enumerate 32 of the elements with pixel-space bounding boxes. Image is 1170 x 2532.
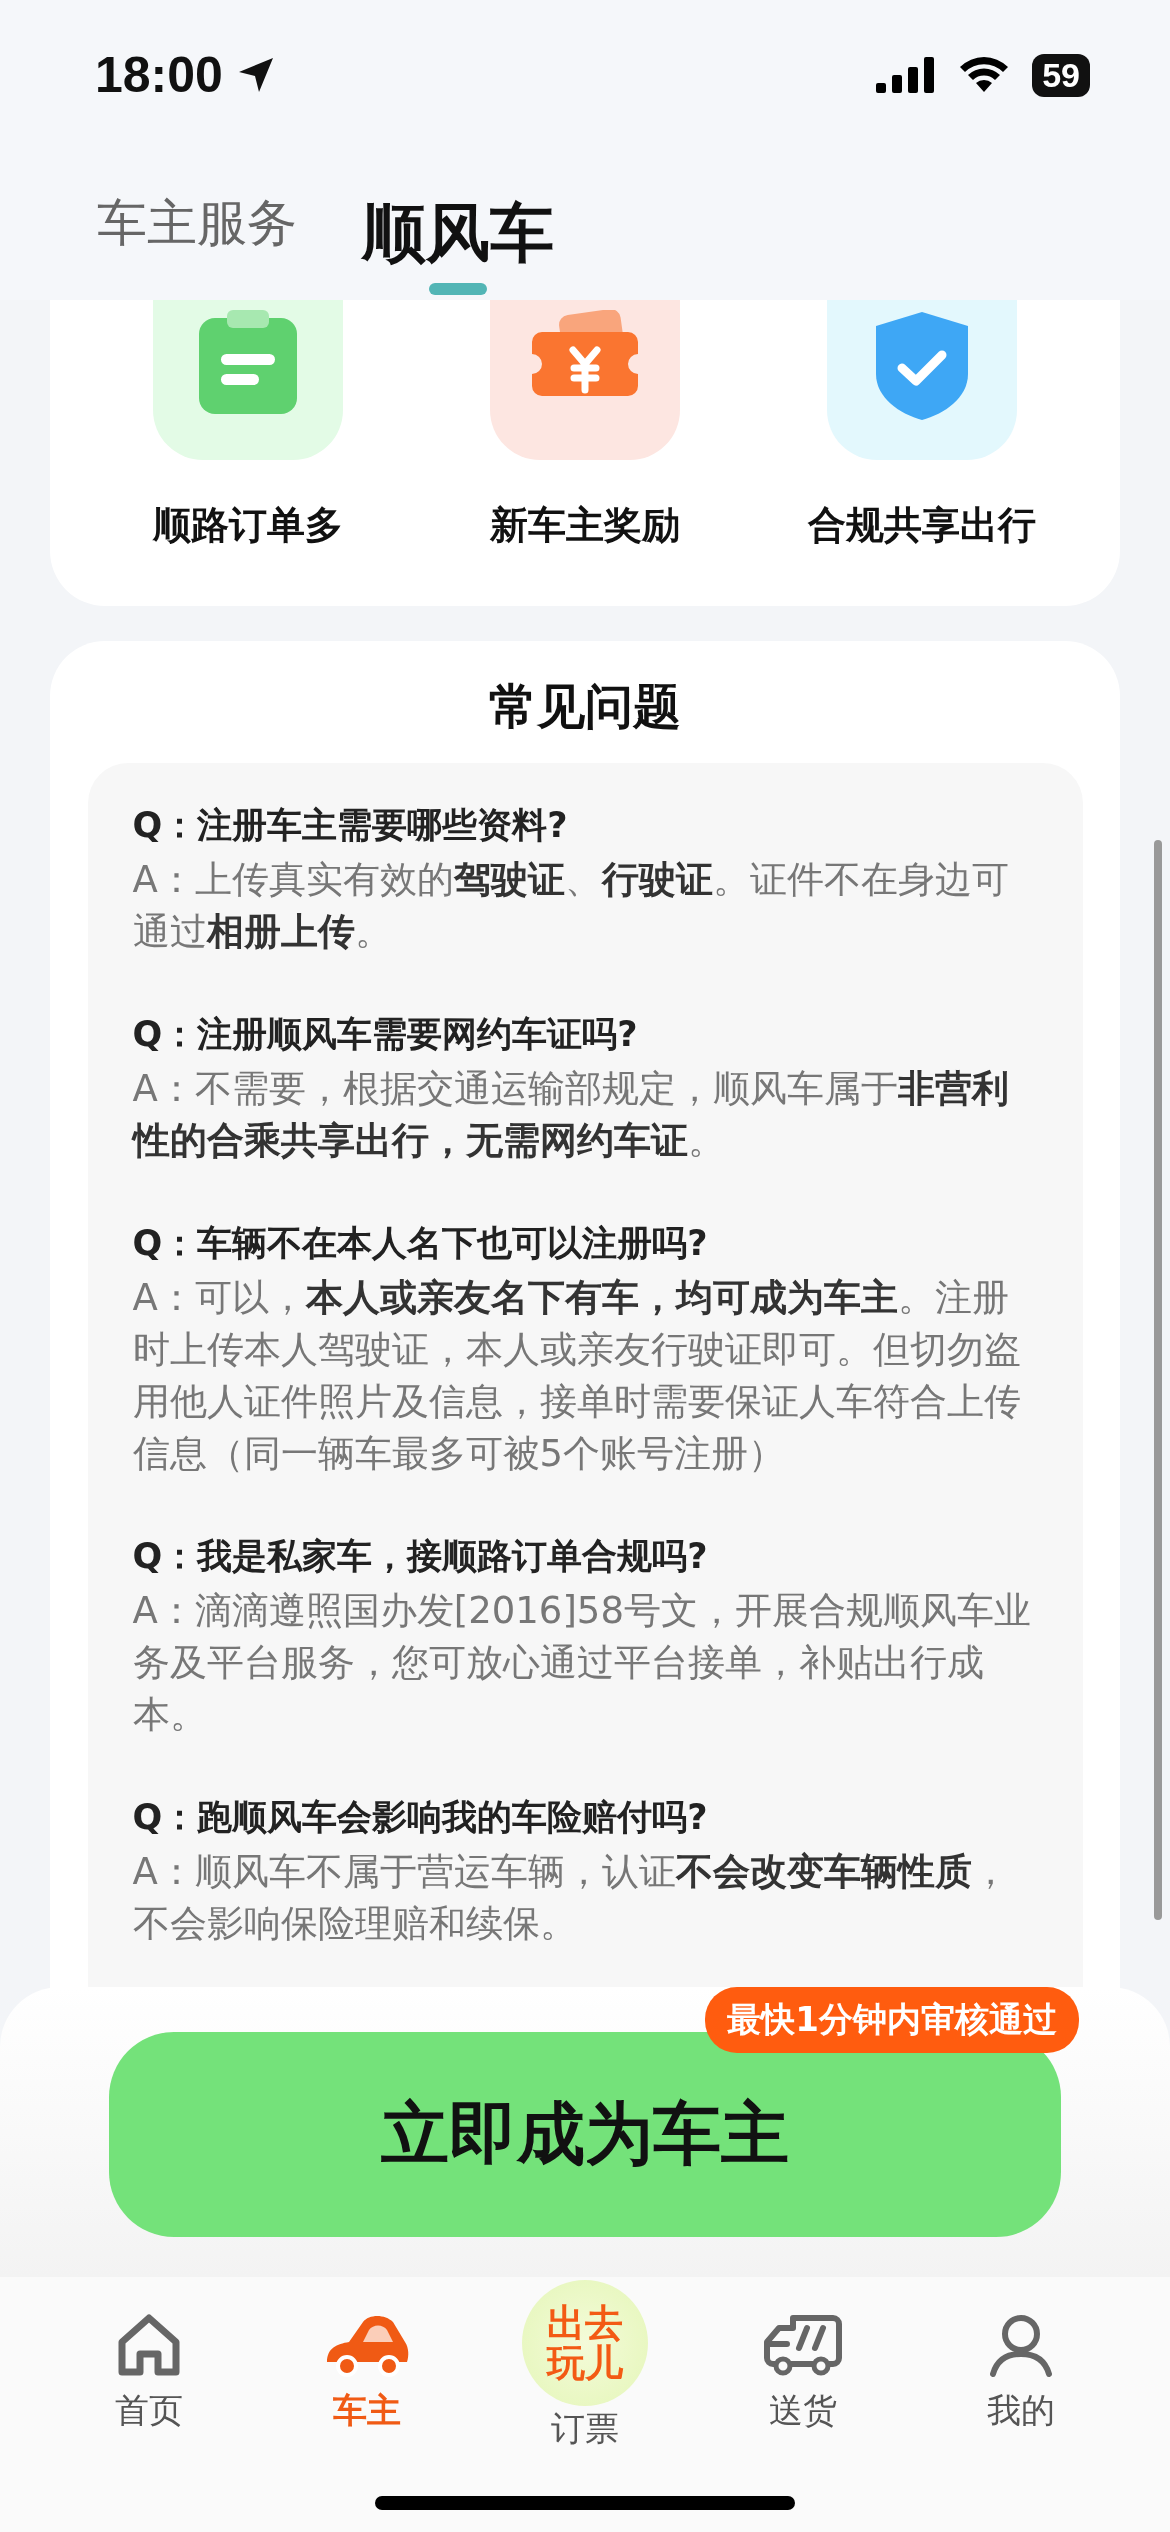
nav-tab[interactable]: 首页	[64, 2312, 234, 2434]
feature-tile[interactable]	[826, 300, 1017, 460]
faq-question: Q：车辆不在本人名下也可以注册吗?	[132, 1222, 709, 1265]
header-tab[interactable]: 车主服务	[97, 190, 297, 275]
faq-question: Q：我是私家车，接顺路订单合规吗?	[132, 1535, 709, 1578]
faq-answer: A：顺风车不属于营运车辆，认证不会改变车辆性质，不会影响保险理赔和续保。	[132, 1849, 1010, 1947]
header-tab[interactable]: 顺风车	[362, 190, 554, 295]
truck-icon	[763, 2312, 843, 2378]
feature-label: 合规共享出行	[807, 502, 1036, 549]
clipboard-icon	[199, 310, 298, 414]
faq-answer: A：可以，本人或亲友名下有车，均可成为车主。注册时上传本人驾驶证，本人或亲友行驶证即可。但切勿盗用他人证件照片及信息，接单时需要保证人车符合上传信息（同一辆车最多可被5个账号注册）	[132, 1275, 1022, 1477]
faq-title: 常见问题	[489, 677, 681, 736]
faq-answer: A：上传真实有效的驾驶证、行驶证。证件不在身边可通过相册上传。	[132, 857, 1010, 955]
battery-indicator: 59	[1032, 53, 1090, 97]
faq-question: Q：注册车主需要哪些资料?	[132, 804, 569, 847]
promo-tag: 最快1分钟内审核通过	[705, 1987, 1079, 2053]
feature-tile[interactable]	[153, 300, 344, 460]
wifi-icon	[958, 56, 1011, 94]
faq-answer: A：滴滴遵照国办发[2016]58号文，开展合规顺风车业务及平台服务，您可放心通过平台接单，补贴出行成本。	[132, 1588, 1032, 1738]
feature-tile[interactable]	[490, 300, 680, 460]
feature-label: 新车主奖励	[490, 502, 680, 549]
feature-label: 顺路订单多	[153, 502, 344, 549]
nav-tab[interactable]: 送货	[718, 2312, 888, 2434]
person-icon	[988, 2312, 1054, 2378]
faq-question: Q：注册顺风车需要网约车证吗?	[132, 1013, 639, 1056]
faq-question: Q：跑顺风车会影响我的车险赔付吗?	[132, 1796, 709, 1839]
home-icon	[116, 2312, 182, 2378]
nav-tab[interactable]: 出去 玩儿 订票	[500, 2280, 670, 2452]
status-time: 18:00	[95, 46, 223, 104]
signal-icon	[876, 55, 937, 95]
faq-answer: A：不需要，根据交通运输部规定，顺风车属于非营利性的合乘共享出行，无需网约车证。	[132, 1066, 1010, 1164]
nav-tab[interactable]: 我的	[936, 2312, 1106, 2434]
